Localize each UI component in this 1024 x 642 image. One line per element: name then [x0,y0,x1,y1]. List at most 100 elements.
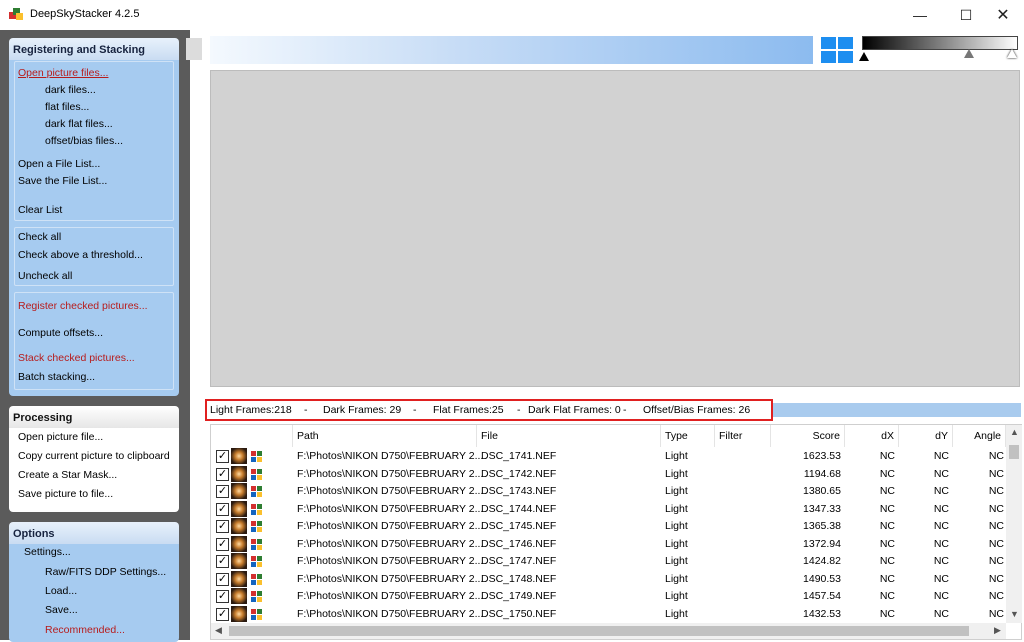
vertical-scrollbar[interactable]: ▲ ▼ [1006,425,1022,623]
scroll-right-icon[interactable]: ▶ [994,625,1001,636]
column-header-filter[interactable]: Filter [715,425,771,447]
table-row[interactable]: ✓ F:\Photos\NIKON D750\FEBRUARY 2... DSC_1… [211,570,1006,589]
color-frame-icon [251,556,262,567]
row-checkbox[interactable]: ✓ [216,485,229,498]
midtone-handle[interactable] [964,49,974,58]
star-thumbnail-icon [231,605,247,622]
settings-link[interactable]: Settings... [24,546,71,558]
open-file-list-link[interactable]: Open a File List... [18,158,100,170]
dx-cell: NC [879,450,895,462]
table-row[interactable]: ✓ F:\Photos\NIKON D750\FEBRUARY 2... DSC_1… [211,500,1006,519]
dy-cell: NC [933,485,949,497]
row-checkbox[interactable]: ✓ [216,555,229,568]
row-checkbox[interactable]: ✓ [216,572,229,586]
light-frames-count: Light Frames:218 [210,404,292,416]
image-toolbar-band [210,36,813,64]
score-cell: 1623.53 [803,450,841,462]
four-corners-icon[interactable] [821,37,854,64]
offset-bias-files-link[interactable]: offset/bias files... [45,135,123,147]
table-row[interactable]: ✓ F:\Photos\NIKON D750\FEBRUARY 2... DSC_1… [211,588,1006,606]
image-preview-area[interactable] [210,70,1020,387]
row-checkbox[interactable]: ✓ [216,502,229,516]
options-group-body: Settings... Raw/FITS DDP Settings... Loa… [9,544,179,642]
table-row[interactable]: ✓ F:\Photos\NIKON D750\FEBRUARY 2... DSC_1… [211,483,1006,501]
black-point-handle[interactable] [859,52,869,61]
task-pane: Registering and Stacking Open picture fi… [0,30,190,642]
row-checkbox[interactable]: ✓ [216,467,229,481]
open-picture-file-link[interactable]: Open picture file... [18,431,103,443]
pane-splitter[interactable] [186,38,202,60]
save-picture-link[interactable]: Save picture to file... [18,488,113,500]
check-above-threshold-link[interactable]: Check above a threshold... [18,249,143,261]
column-header-score[interactable]: Score [771,425,845,447]
score-cell: 1365.38 [803,520,841,532]
scroll-down-icon[interactable]: ▼ [1010,609,1019,619]
scroll-up-icon[interactable]: ▲ [1010,427,1019,437]
column-header-path[interactable]: Path [293,425,477,447]
batch-stacking-link[interactable]: Batch stacking... [18,371,95,383]
horizontal-scroll-thumb[interactable] [229,626,969,636]
dark-files-link[interactable]: dark files... [45,84,96,96]
uncheck-all-link[interactable]: Uncheck all [18,270,72,282]
table-row[interactable]: ✓ F:\Photos\NIKON D750\FEBRUARY 2... DSC_1… [211,535,1006,554]
close-button[interactable]: ✕ [980,0,1024,30]
color-frame-icon [251,468,262,480]
score-cell: 1424.82 [803,555,841,567]
copy-to-clipboard-link[interactable]: Copy current picture to clipboard [18,450,170,462]
vertical-scroll-thumb[interactable] [1009,445,1019,459]
create-star-mask-link[interactable]: Create a Star Mask... [18,469,117,481]
registering-stacking-group: Registering and Stacking Open picture fi… [9,38,179,396]
path-cell: F:\Photos\NIKON D750\FEBRUARY 2... [297,485,484,497]
table-row[interactable]: ✓ F:\Photos\NIKON D750\FEBRUARY 2... DSC_1… [211,518,1006,536]
dark-flat-files-link[interactable]: dark flat files... [45,118,113,130]
check-all-link[interactable]: Check all [18,231,61,243]
table-row[interactable]: ✓ F:\Photos\NIKON D750\FEBRUARY 2... DSC_1… [211,465,1006,484]
white-point-handle[interactable] [1007,49,1017,58]
column-header-file[interactable]: File [477,425,661,447]
compute-offsets-link[interactable]: Compute offsets... [18,327,103,339]
file-cell: DSC_1750.NEF [481,607,557,620]
color-frame-icon [251,503,262,515]
path-cell: F:\Photos\NIKON D750\FEBRUARY 2... [297,590,484,602]
minimize-button[interactable]: — [897,0,943,30]
score-cell: 1490.53 [803,572,841,585]
row-checkbox[interactable]: ✓ [216,607,229,621]
scroll-left-icon[interactable]: ◀ [215,625,222,636]
table-row[interactable]: ✓ F:\Photos\NIKON D750\FEBRUARY 2... DSC_1… [211,448,1006,466]
horizontal-scrollbar[interactable]: ◀ ▶ [211,623,1006,639]
raw-fits-settings-link[interactable]: Raw/FITS DDP Settings... [45,566,166,578]
open-picture-files-link[interactable]: Open picture files... [18,67,108,79]
table-row[interactable]: ✓ F:\Photos\NIKON D750\FEBRUARY 2... DSC_1… [211,605,1006,624]
column-header-angle[interactable]: Angle [953,425,1006,447]
type-cell: Light [665,590,688,602]
column-header-dx[interactable]: dX [845,425,899,447]
star-thumbnail-icon [231,448,247,464]
row-checkbox[interactable]: ✓ [216,520,229,533]
file-cell: DSC_1742.NEF [481,467,557,480]
table-row[interactable]: ✓ F:\Photos\NIKON D750\FEBRUARY 2... DSC_1… [211,553,1006,571]
stack-checked-link[interactable]: Stack checked pictures... [18,352,135,364]
row-checkbox[interactable]: ✓ [216,450,229,463]
path-cell: F:\Photos\NIKON D750\FEBRUARY 2... [297,572,484,585]
path-cell: F:\Photos\NIKON D750\FEBRUARY 2... [297,450,484,462]
column-header-type[interactable]: Type [661,425,715,447]
path-cell: F:\Photos\NIKON D750\FEBRUARY 2... [297,502,484,515]
save-file-list-link[interactable]: Save the File List... [18,175,107,187]
register-checked-link[interactable]: Register checked pictures... [18,300,148,312]
load-settings-link[interactable]: Load... [45,585,77,597]
flat-files-link[interactable]: flat files... [45,101,89,113]
processing-group-body: Open picture file... Copy current pictur… [9,428,179,512]
recommended-settings-link[interactable]: Recommended... [45,624,125,636]
file-cell: DSC_1745.NEF [481,520,557,532]
star-thumbnail-icon [231,553,247,569]
color-frame-icon [251,486,262,497]
path-cell: F:\Photos\NIKON D750\FEBRUARY 2... [297,467,484,480]
save-settings-link[interactable]: Save... [45,604,78,616]
row-checkbox[interactable]: ✓ [216,590,229,603]
dx-cell: NC [879,537,895,550]
clear-list-link[interactable]: Clear List [18,204,62,216]
row-checkbox[interactable]: ✓ [216,537,229,551]
column-header-dy[interactable]: dY [899,425,953,447]
brightness-gradient-slider[interactable] [862,36,1018,50]
column-header-status[interactable] [211,425,293,447]
